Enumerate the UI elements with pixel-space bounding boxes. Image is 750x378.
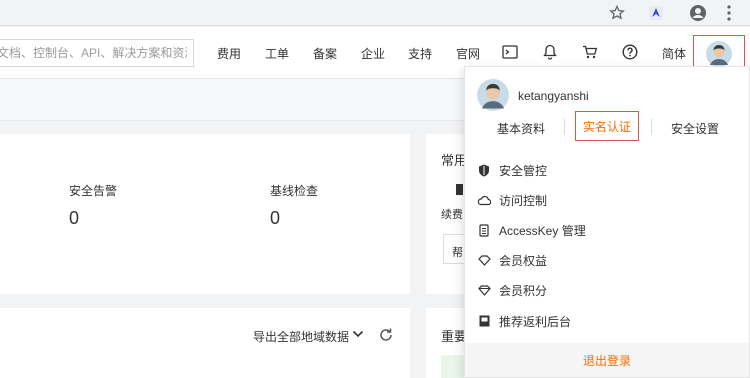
important-notice-card: 重要 — [426, 308, 467, 378]
menu-item-member-benefits[interactable]: 会员权益 — [477, 250, 547, 270]
user-dropdown: ketangyanshi 基本资料 实名认证 安全设置 安全管控 访问控制 Ac… — [464, 66, 750, 378]
resource-list-card: 导出全部地域数据 — [0, 308, 410, 378]
terminal-icon[interactable] — [499, 41, 521, 63]
search-input[interactable] — [0, 40, 193, 66]
menu-item-security-control[interactable]: 安全管控 — [477, 160, 547, 180]
key-icon — [477, 223, 491, 237]
browser-toolbar — [0, 0, 750, 26]
menu-item-label: 会员权益 — [499, 253, 548, 268]
nav-official-site[interactable]: 官网 — [456, 45, 480, 62]
cloud-icon — [477, 193, 491, 207]
baseline-check-count[interactable]: 0 — [270, 208, 280, 229]
menu-item-access-control[interactable]: 访问控制 — [477, 190, 547, 210]
menu-item-label: AccessKey 管理 — [499, 223, 586, 238]
nav-filing[interactable]: 备案 — [313, 45, 337, 62]
language-switch[interactable]: 简体 — [662, 45, 686, 62]
account-icon[interactable] — [687, 2, 709, 24]
menu-item-label: 访问控制 — [499, 193, 548, 208]
cart-icon[interactable] — [579, 41, 601, 63]
security-alert-count[interactable]: 0 — [69, 208, 79, 229]
menu-item-label: 安全管控 — [499, 163, 548, 178]
nav-support[interactable]: 支持 — [408, 45, 432, 62]
renew-label: 续费 — [441, 209, 463, 221]
menu-item-referral[interactable]: 推荐返利后台 — [477, 311, 571, 331]
menu-item-label: 会员积分 — [499, 283, 548, 298]
help-label: 帮 — [452, 247, 463, 259]
username: ketangyanshi — [518, 89, 589, 103]
logout-button[interactable]: 退出登录 — [465, 343, 749, 377]
diamond-icon — [477, 253, 491, 267]
bell-icon[interactable] — [539, 41, 561, 63]
menu-item-member-points[interactable]: 会员积分 — [477, 280, 547, 300]
bookmark-star-icon[interactable] — [606, 2, 628, 24]
avatar — [706, 40, 732, 67]
security-overview-card: 安全告警 0 基线检查 0 — [0, 134, 410, 294]
export-region-data-link[interactable]: 导出全部地域数据 — [253, 328, 349, 345]
tab-security-settings[interactable]: 安全设置 — [667, 115, 723, 141]
nav-fees[interactable]: 费用 — [217, 45, 241, 62]
security-alert-label: 安全告警 — [69, 184, 118, 198]
common-functions-card: 常用 续费 帮 — [426, 134, 473, 294]
tab-real-name-verification[interactable]: 实名认证 — [575, 111, 639, 141]
chevron-down-icon[interactable] — [352, 328, 364, 342]
referral-icon — [477, 314, 491, 328]
nav-enterprise[interactable]: 企业 — [361, 45, 385, 62]
baseline-check-label: 基线检查 — [270, 184, 319, 198]
menu-dots-icon[interactable] — [718, 2, 740, 24]
refresh-icon[interactable] — [378, 327, 394, 346]
gem-icon — [477, 283, 491, 297]
nav-tickets[interactable]: 工单 — [265, 45, 289, 62]
search-box[interactable] — [0, 39, 194, 67]
tab-divider — [651, 119, 652, 135]
menu-item-accesskey[interactable]: AccessKey 管理 — [477, 220, 586, 240]
extension-icon[interactable] — [645, 2, 667, 24]
notice-badge — [441, 355, 466, 378]
tab-divider — [564, 119, 565, 135]
dropdown-avatar — [477, 79, 509, 111]
help-icon[interactable] — [619, 41, 641, 63]
shield-icon — [477, 163, 491, 177]
menu-item-label: 推荐返利后台 — [499, 314, 572, 329]
document-icon — [456, 184, 463, 195]
tab-basic-info[interactable]: 基本资料 — [493, 115, 549, 141]
